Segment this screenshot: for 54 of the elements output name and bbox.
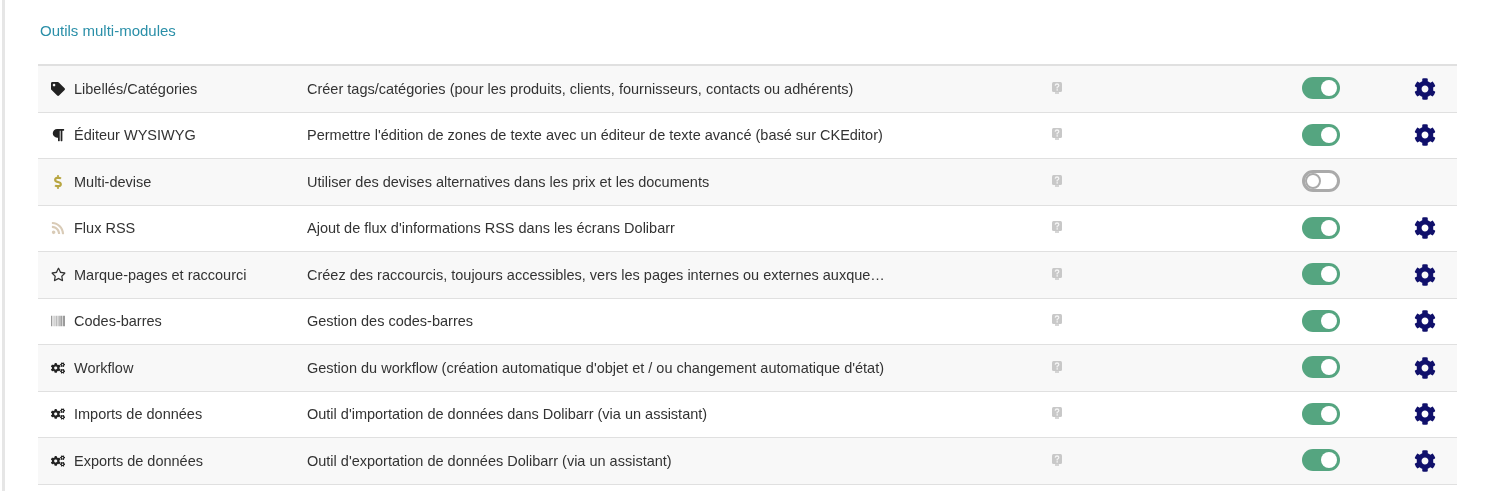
toggle-switch[interactable] <box>1302 356 1340 379</box>
module-name: Multi-devise <box>74 173 153 190</box>
settings-icon[interactable] <box>1413 263 1436 286</box>
cogs-icon <box>51 360 65 375</box>
tag-icon <box>51 81 65 96</box>
help-icon[interactable] <box>1052 81 1062 94</box>
settings-icon[interactable] <box>1413 356 1436 379</box>
toggle-switch[interactable] <box>1302 170 1340 193</box>
toggle-switch[interactable] <box>1302 449 1340 472</box>
module-description: Utiliser des devises alternatives dans les prix et les documents <box>307 173 711 190</box>
module-description: Créez des raccourcis, toujours accessibles, vers les pages internes ou externes auxque… <box>307 266 886 283</box>
rss-icon <box>51 221 65 236</box>
module-name: Workflow <box>74 359 135 376</box>
help-icon[interactable] <box>1052 314 1062 327</box>
settings-icon[interactable] <box>1413 403 1436 426</box>
module-name: Flux RSS <box>74 220 137 237</box>
help-icon[interactable] <box>1052 407 1062 420</box>
toggle-switch[interactable] <box>1302 402 1340 425</box>
module-name: Imports de données <box>74 406 204 423</box>
module-description: Permettre l'édition de zones de texte avec un éditeur de texte avancé (basé sur CKEditor) <box>307 127 884 144</box>
toggle-switch[interactable] <box>1302 77 1340 100</box>
settings-icon[interactable] <box>1413 124 1436 147</box>
module-name: Codes-barres <box>74 313 163 330</box>
help-icon[interactable] <box>1052 360 1062 373</box>
help-icon[interactable] <box>1052 221 1062 234</box>
toggle-switch[interactable] <box>1302 263 1340 286</box>
module-name: Marque-pages et raccourci <box>74 266 248 283</box>
module-description: Gestion du workflow (création automatique d'objet et / ou changement automatique d'état) <box>307 359 886 376</box>
paragraph-icon <box>51 128 65 143</box>
star-icon <box>50 267 66 283</box>
module-name: Libellés/Catégories <box>74 80 199 97</box>
module-description: Créer tags/catégories (pour les produits, clients, fournisseurs, contacts ou adhérents) <box>307 80 855 97</box>
settings-icon[interactable] <box>1413 449 1436 472</box>
module-name: Exports de données <box>74 452 204 469</box>
module-description: Ajout de flux d'informations RSS dans les écrans Dolibarr <box>307 220 676 237</box>
settings-icon[interactable] <box>1413 217 1436 240</box>
dollar-icon <box>51 174 65 189</box>
cogs-icon <box>51 407 65 422</box>
module-description: Outil d'importation de données dans Dolibarr (via un assistant) <box>307 406 709 423</box>
barcode-icon <box>51 314 65 329</box>
settings-icon[interactable] <box>1413 77 1436 100</box>
section-title: Outils multi-modules <box>40 22 177 39</box>
toggle-switch[interactable] <box>1302 309 1340 332</box>
help-icon[interactable] <box>1052 267 1062 280</box>
help-icon[interactable] <box>1052 174 1062 187</box>
settings-icon[interactable] <box>1413 310 1436 333</box>
help-icon[interactable] <box>1052 128 1062 141</box>
module-name: Éditeur WYSIWYG <box>74 127 197 144</box>
toggle-switch[interactable] <box>1302 216 1340 239</box>
cogs-icon <box>51 453 65 468</box>
toggle-switch[interactable] <box>1302 123 1340 146</box>
module-description: Gestion des codes-barres <box>307 313 475 330</box>
help-icon[interactable] <box>1052 453 1062 466</box>
module-description: Outil d'exportation de données Dolibarr (via un assistant) <box>307 452 673 469</box>
